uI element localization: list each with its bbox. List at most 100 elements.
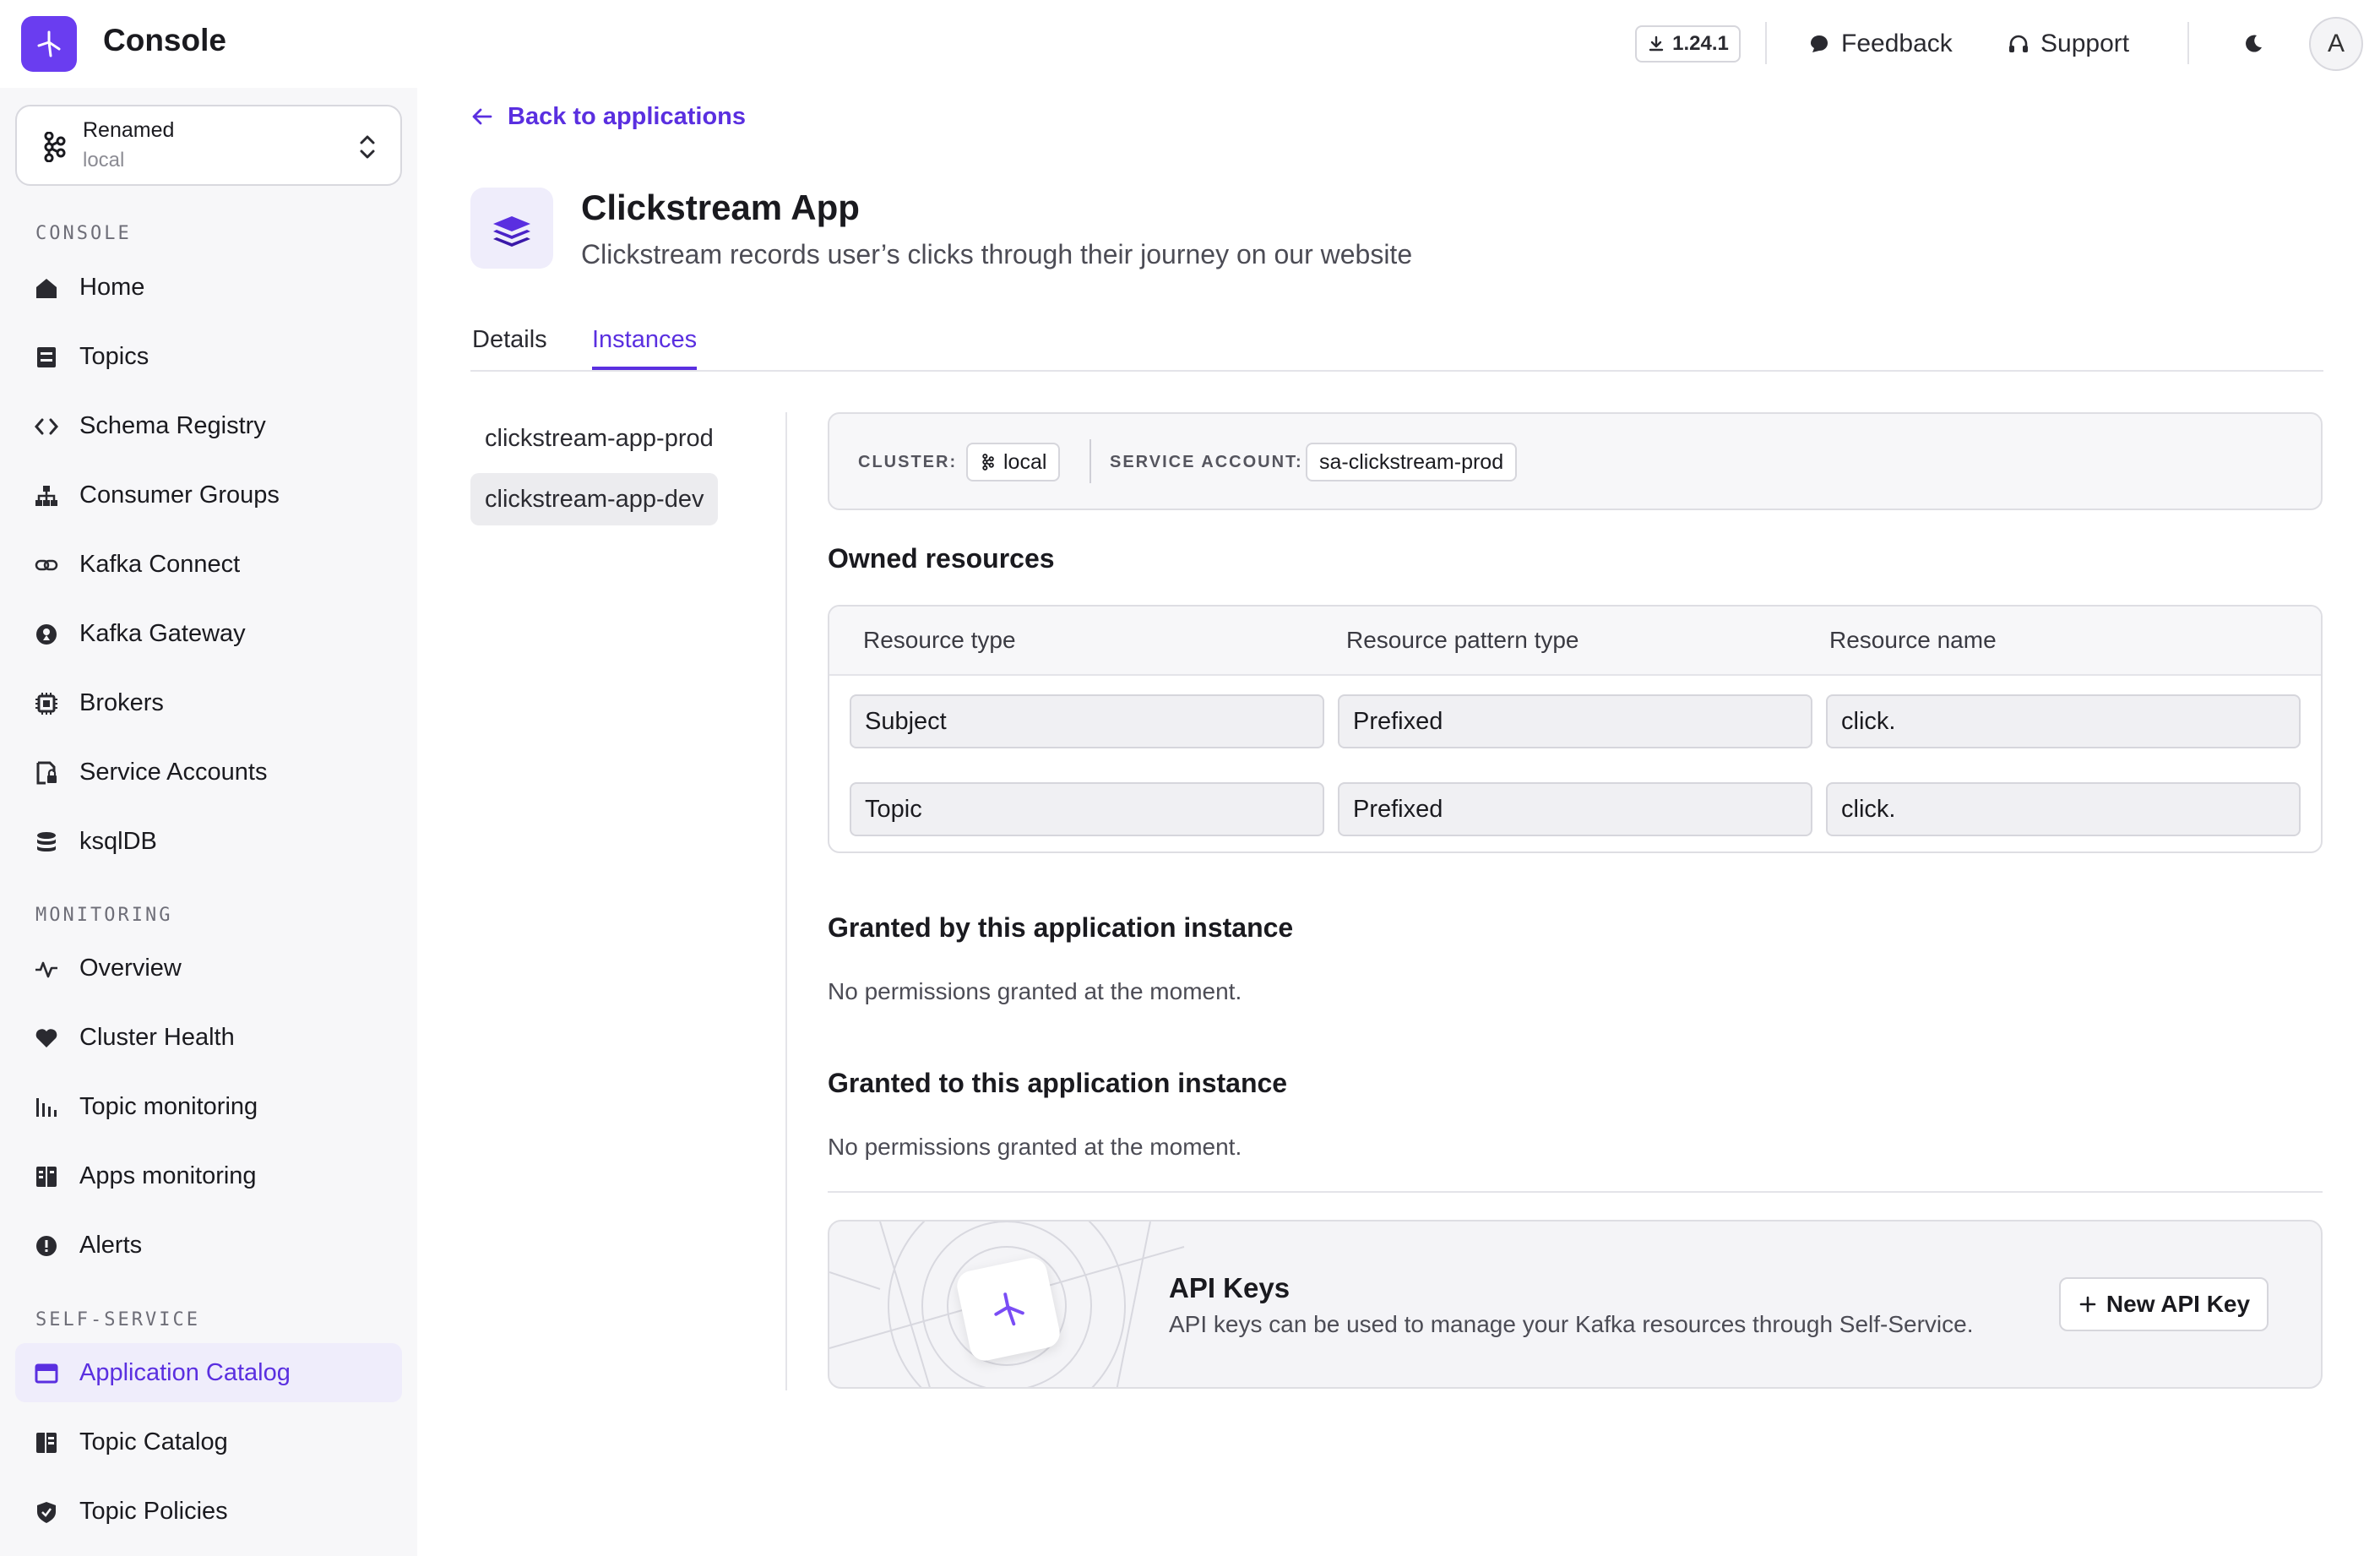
cluster-name: Renamed bbox=[83, 118, 175, 142]
instances-divider bbox=[785, 412, 787, 1390]
bar-chart-icon bbox=[34, 1095, 59, 1120]
resource-type-cell[interactable]: Topic bbox=[850, 782, 1324, 836]
sidebar-item-label: Brokers bbox=[79, 688, 164, 716]
tab-instances[interactable]: Instances bbox=[592, 326, 698, 370]
resource-name-cell[interactable]: click. bbox=[1826, 782, 2301, 836]
home-icon bbox=[34, 275, 59, 301]
top-divider bbox=[1765, 22, 1767, 64]
cluster-value: local bbox=[1003, 449, 1047, 474]
api-keys-card: API Keys API keys can be used to manage … bbox=[828, 1220, 2323, 1389]
sidebar-item-label: Home bbox=[79, 273, 145, 301]
sidebar-item-label: Topics bbox=[79, 342, 149, 370]
feedback-label: Feedback bbox=[1841, 30, 1953, 57]
avatar[interactable]: A bbox=[2309, 17, 2363, 71]
tab-details[interactable]: Details bbox=[472, 326, 547, 370]
console-logo-icon[interactable] bbox=[21, 16, 77, 72]
sidebar-item-label: Application Catalog bbox=[79, 1358, 291, 1386]
book-icon bbox=[34, 1430, 59, 1455]
cluster-selector[interactable]: Renamed local bbox=[15, 105, 402, 186]
support-button[interactable]: Support bbox=[2007, 25, 2129, 63]
theme-toggle-button[interactable] bbox=[2233, 24, 2274, 64]
cluster-label: CLUSTER: bbox=[858, 453, 958, 471]
moon-icon bbox=[2246, 35, 2262, 52]
instance-item-dev[interactable]: clickstream-app-dev bbox=[470, 473, 719, 525]
instance-item-prod[interactable]: clickstream-app-prod bbox=[470, 412, 728, 465]
headphones-icon bbox=[2009, 35, 2028, 52]
back-label: Back to applications bbox=[508, 102, 747, 130]
sidebar-item-home[interactable]: Home bbox=[15, 258, 402, 317]
sidebar-item-brokers[interactable]: Brokers bbox=[15, 673, 402, 732]
granted-by-title: Granted by this application instance bbox=[828, 912, 1294, 943]
section-label-console: CONSOLE bbox=[35, 223, 132, 244]
instance-info-card: CLUSTER: local SERVICE ACCOUNT: sa-click… bbox=[828, 412, 2323, 510]
plus-icon bbox=[2079, 1296, 2096, 1313]
sidebar-item-label: Topic Policies bbox=[79, 1497, 228, 1525]
sidebar-item-cluster-health[interactable]: Cluster Health bbox=[15, 1008, 402, 1067]
sidebar-item-alerts[interactable]: Alerts bbox=[15, 1216, 402, 1275]
top-divider-2 bbox=[2187, 22, 2189, 64]
link-icon bbox=[34, 552, 59, 578]
sidebar: Renamed local CONSOLE Home Topics Schema… bbox=[0, 88, 417, 1556]
page-title: Clickstream App bbox=[581, 188, 860, 227]
chevron-up-down-icon bbox=[360, 135, 375, 159]
service-account-chip: sa-clickstream-prod bbox=[1306, 443, 1518, 481]
sidebar-item-label: Kafka Connect bbox=[79, 550, 241, 578]
sidebar-item-service-accounts[interactable]: Service Accounts bbox=[15, 743, 402, 802]
owned-resources-title: Owned resources bbox=[828, 543, 1055, 574]
sidebar-item-topic-monitoring[interactable]: Topic monitoring bbox=[15, 1077, 402, 1136]
api-keys-logo-icon bbox=[954, 1254, 1063, 1364]
sidebar-item-topics[interactable]: Topics bbox=[15, 327, 402, 386]
sidebar-item-apps-monitoring[interactable]: Apps monitoring bbox=[15, 1146, 402, 1205]
sidebar-item-label: Topic Catalog bbox=[79, 1428, 228, 1455]
api-keys-title: API Keys bbox=[1169, 1272, 1291, 1303]
shield-icon bbox=[34, 1499, 59, 1525]
owned-resources-table: Resource type Resource pattern type Reso… bbox=[828, 605, 2323, 853]
sidebar-item-label: Cluster Health bbox=[79, 1023, 235, 1051]
new-api-key-button[interactable]: New API Key bbox=[2059, 1277, 2269, 1331]
app-title: Console bbox=[103, 23, 226, 57]
sidebar-item-schema-registry[interactable]: Schema Registry bbox=[15, 396, 402, 455]
section-divider bbox=[828, 1191, 2323, 1193]
gateway-icon bbox=[34, 622, 59, 647]
sidebar-item-kafka-gateway[interactable]: Kafka Gateway bbox=[15, 604, 402, 663]
resource-type-cell[interactable]: Subject bbox=[850, 694, 1324, 748]
kafka-icon bbox=[44, 132, 66, 162]
sidebar-item-ksqldb[interactable]: ksqlDB bbox=[15, 812, 402, 871]
alert-icon bbox=[34, 1233, 59, 1259]
granted-to-empty: No permissions granted at the moment. bbox=[828, 1134, 1242, 1160]
sidebar-item-label: ksqlDB bbox=[79, 827, 157, 855]
sidebar-item-topic-catalog[interactable]: Topic Catalog bbox=[15, 1412, 402, 1472]
code-icon bbox=[34, 414, 59, 439]
feedback-button[interactable]: Feedback bbox=[1807, 25, 1953, 63]
sidebar-item-label: Kafka Gateway bbox=[79, 619, 246, 647]
granted-by-empty: No permissions granted at the moment. bbox=[828, 978, 1242, 1004]
sidebar-item-consumer-groups[interactable]: Consumer Groups bbox=[15, 465, 402, 525]
heart-icon bbox=[34, 1026, 59, 1051]
info-divider bbox=[1089, 439, 1091, 483]
granted-to-title: Granted to this application instance bbox=[828, 1068, 1288, 1098]
support-label: Support bbox=[2040, 30, 2130, 57]
sidebar-item-overview[interactable]: Overview bbox=[15, 938, 402, 998]
column-header: Resource type bbox=[863, 627, 1016, 653]
sidebar-item-kafka-connect[interactable]: Kafka Connect bbox=[15, 535, 402, 594]
resource-pattern-cell[interactable]: Prefixed bbox=[1338, 694, 1812, 748]
table-header: Resource type Resource pattern type Reso… bbox=[829, 607, 2321, 676]
sidebar-item-application-catalog[interactable]: Application Catalog bbox=[15, 1343, 402, 1402]
resource-name-cell[interactable]: click. bbox=[1826, 694, 2301, 748]
catalog-icon bbox=[34, 1361, 59, 1386]
background-pattern-icon bbox=[829, 1221, 1185, 1387]
version-label: 1.24.1 bbox=[1672, 32, 1729, 55]
version-badge[interactable]: 1.24.1 bbox=[1635, 25, 1741, 63]
back-to-applications-link[interactable]: Back to applications bbox=[470, 100, 746, 133]
sidebar-item-label: Alerts bbox=[79, 1231, 143, 1259]
sidebar-item-label: Apps monitoring bbox=[79, 1162, 257, 1189]
service-account-value: sa-clickstream-prod bbox=[1319, 449, 1504, 474]
chip-icon bbox=[34, 691, 59, 716]
download-icon bbox=[1649, 35, 1664, 52]
service-account-label: SERVICE ACCOUNT: bbox=[1110, 453, 1303, 471]
grid-icon bbox=[34, 1164, 59, 1189]
chat-bubble-icon bbox=[1811, 35, 1828, 52]
sidebar-item-topic-policies[interactable]: Topic Policies bbox=[15, 1482, 402, 1541]
column-header: Resource name bbox=[1829, 627, 1997, 653]
resource-pattern-cell[interactable]: Prefixed bbox=[1338, 782, 1812, 836]
